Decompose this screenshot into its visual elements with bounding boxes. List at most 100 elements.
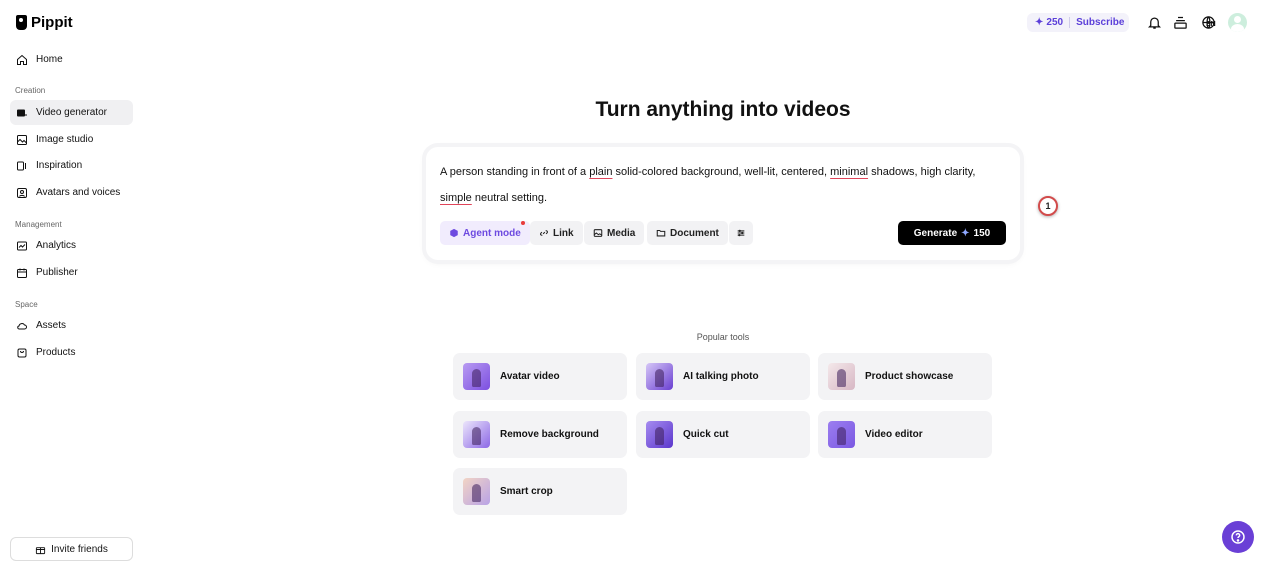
link-label: Link [553, 227, 574, 239]
sidebar-item-label: Analytics [36, 240, 77, 251]
avatar-video-thumbnail [463, 363, 490, 390]
quick-cut-thumbnail [646, 421, 673, 448]
tool-remove-background[interactable]: Remove background [453, 411, 627, 458]
app-logo[interactable]: Pippit [16, 14, 73, 31]
sidebar-item-avatars-and-voices[interactable]: Avatars and voices [10, 180, 133, 205]
subscribe-button[interactable]: Subscribe [1076, 17, 1124, 28]
prompt-text-part: shadows, high clarity, [868, 166, 976, 178]
tool-label: Avatar video [500, 371, 560, 382]
sidebar-item-analytics[interactable]: Analytics [10, 233, 133, 258]
prompt-text-flagged-word: plain [589, 166, 613, 178]
tool-label: Product showcase [865, 371, 954, 382]
sidebar-item-inspiration[interactable]: Inspiration [10, 153, 133, 178]
folder-icon [656, 229, 666, 237]
tool-smart-crop[interactable]: Smart crop [453, 468, 627, 515]
user-avatar[interactable] [1228, 13, 1247, 32]
sidebar-item-label: Avatars and voices [36, 187, 121, 198]
gift-icon [36, 546, 46, 554]
sliders-icon [737, 229, 745, 237]
tool-ai-talking-photo[interactable]: AI talking photo [636, 353, 810, 400]
sidebar-item-label: Assets [36, 320, 67, 331]
document-label: Document [670, 227, 719, 239]
tool-product-showcase[interactable]: Product showcase [818, 353, 992, 400]
avatar-icon [17, 187, 27, 198]
image-studio-icon [17, 134, 27, 145]
tool-label: Smart crop [500, 486, 553, 497]
image-icon [593, 229, 603, 237]
section-label-space: Space [15, 300, 38, 309]
inspiration-icon [17, 161, 26, 170]
popular-tools-heading: Popular tools [696, 332, 750, 342]
notifications-button[interactable] [1145, 13, 1163, 31]
agent-mode-button[interactable]: Agent mode [440, 221, 530, 245]
question-icon [1231, 530, 1245, 544]
product-showcase-thumbnail [828, 363, 855, 390]
media-label: Media [607, 227, 636, 239]
invite-friends-label: Invite friends [51, 543, 108, 555]
sparkle-icon: ✦ [1035, 17, 1044, 28]
smart-crop-thumbnail [463, 478, 490, 505]
agent-mode-label: Agent mode [463, 227, 521, 239]
tool-label: AI talking photo [683, 371, 759, 382]
link-button[interactable]: Link [530, 221, 583, 245]
sidebar-item-label: Home [36, 54, 63, 65]
sidebar-item-label: Publisher [36, 267, 78, 278]
prompt-card: A person standing in front of a plain so… [426, 147, 1020, 260]
language-code: EN [1206, 21, 1216, 28]
generate-label: Generate [913, 227, 958, 239]
sidebar-item-products[interactable]: Products [10, 340, 133, 365]
app-name: Pippit [31, 14, 73, 31]
invite-friends-button[interactable]: Invite friends [10, 537, 133, 561]
section-label-creation: Creation [15, 86, 46, 95]
stack-icon [1173, 16, 1187, 29]
sidebar-item-home[interactable]: Home [10, 47, 133, 72]
prompt-text-part: neutral setting. [471, 192, 548, 204]
product-bag-icon [17, 348, 27, 357]
ai-talking-photo-thumbnail [646, 363, 673, 390]
bell-icon [1147, 17, 1161, 29]
sidebar-item-image-studio[interactable]: Image studio [10, 127, 133, 152]
prompt-text-flagged-word: minimal [830, 166, 869, 178]
pippit-logo-icon [16, 15, 27, 30]
tool-label: Remove background [500, 429, 599, 440]
annotation-marker: 1 [1038, 196, 1058, 216]
page-title: Turn anything into videos [595, 98, 851, 121]
cloud-icon [17, 322, 27, 329]
document-button[interactable]: Document [647, 221, 728, 245]
prompt-text-flagged-word: simple [440, 192, 472, 204]
remove-background-thumbnail [463, 421, 490, 448]
tool-label: Quick cut [683, 429, 729, 440]
app-root: Pippit Home Creation Video generator Ima… [0, 0, 1280, 577]
prompt-text-part: solid-colored background, well-lit, cent… [612, 166, 831, 178]
tool-avatar-video[interactable]: Avatar video [453, 353, 627, 400]
link-icon [540, 230, 548, 236]
generate-button[interactable]: Generate ✦ 150 [898, 221, 1006, 245]
tool-label: Video editor [865, 429, 923, 440]
video-editor-thumbnail [828, 421, 855, 448]
sparkle-icon: ✦ [961, 227, 970, 239]
calendar-icon [17, 268, 27, 278]
divider [1069, 17, 1071, 28]
tool-quick-cut[interactable]: Quick cut [636, 411, 810, 458]
prompt-input[interactable]: A person standing in front of a plain so… [440, 159, 1006, 211]
sidebar-item-label: Inspiration [36, 160, 83, 171]
credits-amount: ✦ 250 [1027, 17, 1063, 28]
sidebar: Pippit Home Creation Video generator Ima… [0, 0, 143, 577]
home-icon [17, 54, 27, 65]
new-indicator-dot [521, 221, 525, 225]
generate-cost: 150 [973, 227, 991, 239]
analytics-icon [17, 241, 27, 250]
prompt-text-part: A person standing in front of a [440, 166, 590, 178]
credits-pill[interactable]: ✦ 250 Subscribe [1027, 13, 1129, 32]
inbox-button[interactable] [1171, 13, 1189, 31]
agent-cube-icon [450, 228, 458, 238]
tool-video-editor[interactable]: Video editor [818, 411, 992, 458]
media-button[interactable]: Media [584, 221, 645, 245]
section-label-management: Management [15, 220, 62, 229]
sidebar-item-label: Image studio [36, 134, 94, 145]
help-button[interactable] [1222, 521, 1254, 553]
sidebar-item-publisher[interactable]: Publisher [10, 260, 133, 285]
settings-button[interactable] [729, 221, 753, 245]
sidebar-item-label: Products [36, 347, 76, 358]
credits-value: 250 [1046, 17, 1064, 28]
